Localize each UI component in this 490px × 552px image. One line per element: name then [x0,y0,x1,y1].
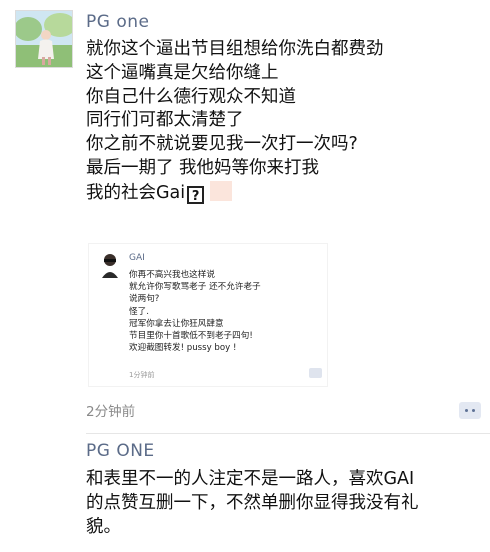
comment-line: 貌。 [86,517,121,537]
unknown-glyph-icon: ? [187,185,205,204]
avatar-image [16,11,72,67]
more-options-button[interactable] [459,402,481,419]
post-line: 同行们可都太清楚了 [86,110,244,131]
embedded-line: 你再不高兴我也这样说 [129,270,215,280]
emoji-icon [210,180,233,201]
post-text: 就你这个逼出节目组想给你洗白都费劲 这个逼嘴真是欠给你缝上 你自己什么德行观众不… [86,38,481,206]
post-line: 你之前不就说要见我一次打一次吗? [86,134,358,155]
post-line: 最后一期了 我他妈等你来打我 [86,157,320,178]
gai-avatar [99,252,121,278]
embedded-text: 你再不高兴我也这样说 就允许你写歌骂老子 还不允许老子 说两句? 怪了. 冠军你… [129,269,324,354]
dot-icon [472,409,475,412]
embedded-line: 说两句? [129,294,160,305]
divider [86,433,490,434]
post-line: 就你这个逼出节目组想给你洗白都费劲 [86,39,384,59]
moment-post: PG one 就你这个逼出节目组想给你洗白都费劲 这个逼嘴真是欠给你缝上 你自己… [0,0,490,420]
author-name[interactable]: PG one [86,12,149,32]
embedded-line: 欢迎截图转发! pussy boy ! [129,343,237,354]
comment-line: 和表里不一的人注定不是一路人，喜欢GAI [86,469,415,489]
post-line-last: 我的社会Gai? [86,180,481,206]
comment-author-name[interactable]: PG ONE [86,441,155,461]
post-line-text: 我的社会Gai [86,182,186,203]
embedded-line: 节目里你十首歌低不到老子四句! [129,331,253,342]
embedded-screenshot-image[interactable]: GAI 你再不高兴我也这样说 就允许你写歌骂老子 还不允许老子 说两句? 怪了.… [88,243,328,387]
embedded-timestamp: 1分钟前 [129,371,155,379]
embedded-line: 冠军你拿去让你狂风肆意 [129,318,224,329]
embedded-author-name: GAI [129,253,145,263]
post-timestamp: 2分钟前 [86,404,136,420]
dot-icon [465,409,468,412]
comment-line: 的点赞互删一下，不然单删你显得我没有礼 [86,493,419,513]
comment-text: 和表里不一的人注定不是一路人，喜欢GAI 的点赞互删一下，不然单删你显得我没有礼… [86,467,486,539]
post-line: 你自己什么德行观众不知道 [86,86,296,107]
avatar[interactable] [15,10,73,68]
embedded-more-icon [309,368,322,378]
post-line: 这个逼嘴真是欠给你缝上 [86,62,279,83]
embedded-line: 就允许你写歌骂老子 还不允许老子 [129,282,261,293]
embedded-line: 怪了. [129,306,149,317]
